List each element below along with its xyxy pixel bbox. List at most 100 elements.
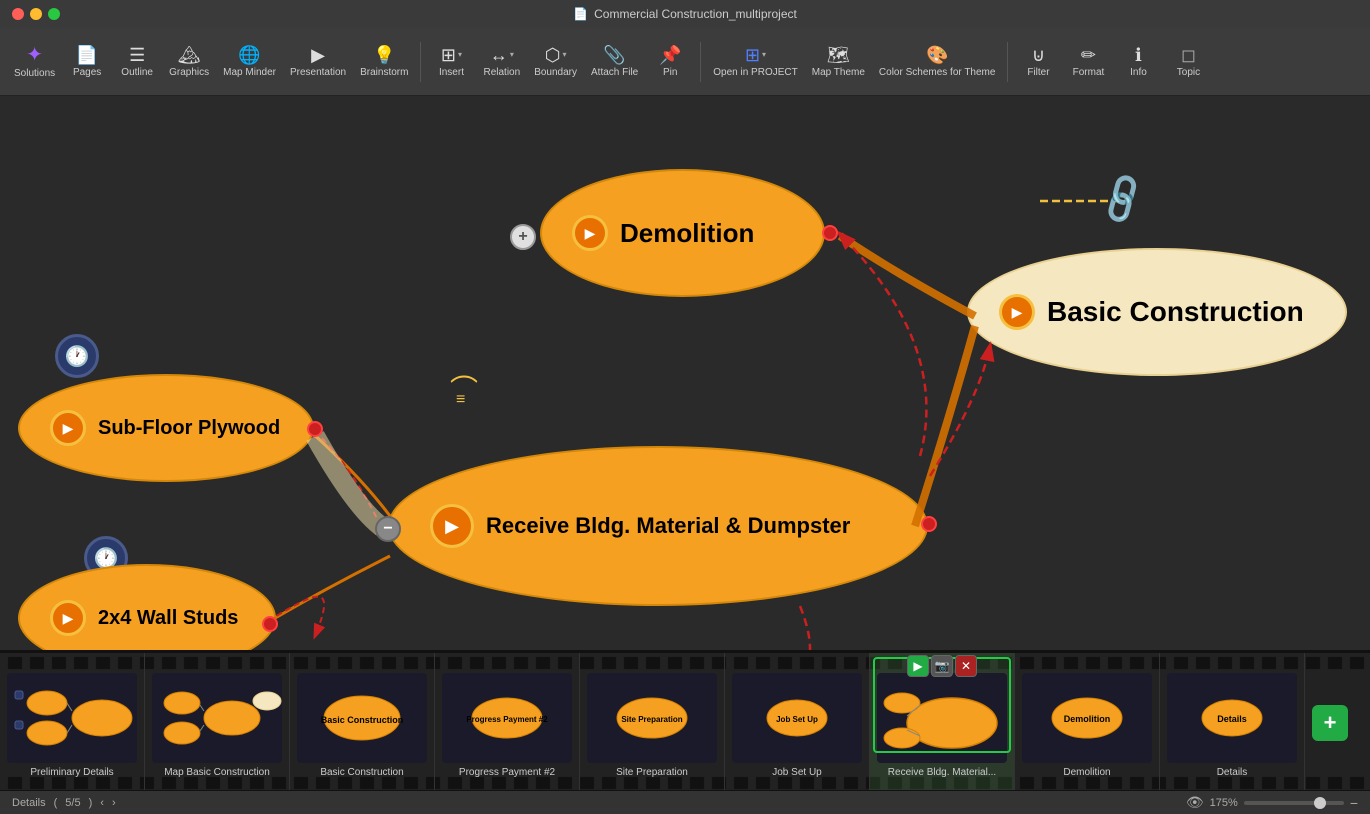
divider-2 [700, 42, 701, 82]
toolbar-presentation[interactable]: ▶ Presentation [284, 42, 352, 82]
thumb-receive-bldg[interactable]: ▶ 📷 ✕ Receive Bldg. Material... [870, 653, 1015, 790]
relation-icon: ↔ [490, 46, 508, 64]
thumb-demolition[interactable]: Demolition Demolition [1015, 653, 1160, 790]
toolbar-openinproject[interactable]: ⊞ ▾ Open in PROJECT [707, 42, 803, 82]
filmstrip: Preliminary Details Map Basic Constructi… [0, 650, 1370, 790]
zoom-percent-label: 175% [1210, 797, 1238, 809]
divider-3 [1007, 42, 1008, 82]
thumb-label-details: Details [1217, 767, 1248, 778]
thumb-canvas-site-preparation: Site Preparation [587, 673, 717, 763]
thumb-camera-button[interactable]: 📷 [931, 655, 953, 677]
thumb-label-progress-payment: Progress Payment #2 [459, 767, 555, 778]
wall-studs-play-button[interactable]: ▶ [50, 600, 86, 636]
thumb-site-preparation[interactable]: Site Preparation Site Preparation [580, 653, 725, 790]
titlebar: 📄 Commercial Construction_multiproject [0, 0, 1370, 28]
brainstorm-label: Brainstorm [360, 67, 408, 78]
toolbar-maptheme[interactable]: 🗺 Map Theme [806, 42, 871, 82]
wall-studs-label: 2x4 Wall Studs [98, 607, 238, 630]
toolbar-pin[interactable]: 📌 Pin [646, 42, 694, 82]
thumb-controls: ▶ 📷 ✕ [907, 655, 977, 677]
demolition-node[interactable]: ▶ Demolition [540, 169, 825, 297]
toolbar-filter[interactable]: ⊍ Filter [1014, 42, 1062, 82]
page-next-button[interactable]: › [112, 797, 116, 809]
receive-bldg-node[interactable]: ▶ Receive Bldg. Material & Dumpster [388, 446, 928, 606]
toolbar-insert[interactable]: ⊞ ▾ Insert [427, 42, 475, 82]
divider-1 [420, 42, 421, 82]
boundary-label: Boundary [534, 67, 577, 78]
presentation-label: Presentation [290, 67, 346, 78]
page-prev-button[interactable]: ‹ [100, 797, 104, 809]
boundary-icon: ⬡ [545, 46, 561, 64]
toolbar-topic[interactable]: ◻ Topic [1164, 42, 1212, 82]
maptheme-label: Map Theme [812, 67, 865, 78]
thumb-play-button[interactable]: ▶ [907, 655, 929, 677]
relation-label: Relation [483, 67, 520, 78]
add-topic-button[interactable]: + [510, 224, 536, 250]
thumb-map-basic-construction[interactable]: Map Basic Construction [145, 653, 290, 790]
svg-text:Site Preparation: Site Preparation [621, 715, 682, 724]
svg-text:Basic Construction: Basic Construction [321, 715, 404, 725]
add-slide-icon: + [1312, 705, 1348, 741]
lines-decoration: ≡ [456, 391, 465, 409]
canvas[interactable]: ▶ Demolition ▶ Basic Construction 🕐 ▶ Su… [0, 96, 1370, 650]
thumb-job-setup[interactable]: Job Set Up Job Set Up [725, 653, 870, 790]
toolbar-solutions[interactable]: ✦ Solutions [8, 41, 61, 83]
close-button[interactable] [12, 8, 24, 20]
toolbar-boundary[interactable]: ⬡ ▾ Boundary [528, 42, 583, 82]
thumb-canvas-progress-payment: Progress Payment #2 [442, 673, 572, 763]
thumb-basic-construction[interactable]: Basic Construction Basic Construction [290, 653, 435, 790]
zoom-thumb [1314, 797, 1326, 809]
connection-dot-3 [307, 421, 323, 437]
sub-floor-node[interactable]: ▶ Sub-Floor Plywood [18, 374, 314, 482]
thumb-preliminary-details[interactable]: Preliminary Details [0, 653, 145, 790]
minimize-button[interactable] [30, 8, 42, 20]
zoom-out-icon[interactable]: − [1350, 795, 1358, 811]
demolition-label: Demolition [620, 218, 754, 249]
collapse-button[interactable]: − [375, 516, 401, 542]
toolbar-pages[interactable]: 📄 Pages [63, 42, 111, 82]
presentation-icon: ▶ [311, 46, 325, 64]
thumb-progress-payment[interactable]: Progress Payment #2 Progress Payment #2 [435, 653, 580, 790]
insert-icon: ⊞ [441, 46, 456, 64]
pages-count: ( [54, 797, 58, 809]
eye-icon: 👁 [1186, 794, 1204, 811]
format-icon: ✏ [1081, 46, 1096, 64]
toolbar-relation[interactable]: ↔ ▾ Relation [477, 42, 526, 82]
outline-icon: ☰ [129, 46, 145, 64]
thumb-canvas-details: Details [1167, 673, 1297, 763]
insert-label: Insert [439, 67, 464, 78]
toolbar-format[interactable]: ✏ Format [1064, 42, 1112, 82]
toolbar-outline[interactable]: ☰ Outline [113, 42, 161, 82]
thumb-details[interactable]: Details Details [1160, 653, 1305, 790]
window-title: 📄 Commercial Construction_multiproject [573, 7, 797, 21]
pin-icon: 📌 [659, 46, 681, 64]
toolbar-info[interactable]: ℹ Info [1114, 42, 1162, 82]
graphics-icon: 🏔 [178, 46, 201, 64]
topic-icon: ◻ [1181, 46, 1196, 64]
outline-label: Outline [121, 67, 153, 78]
zoom-slider[interactable] [1244, 801, 1344, 805]
demolition-play-button[interactable]: ▶ [572, 215, 608, 251]
wall-studs-node[interactable]: ▶ 2x4 Wall Studs [18, 564, 276, 650]
toolbar-colorschemes[interactable]: 🎨 Color Schemes for Theme [873, 42, 1002, 82]
statusbar: Details ( 5/5 ) ‹ › 👁 175% − [0, 790, 1370, 814]
sub-floor-play-button[interactable]: ▶ [50, 410, 86, 446]
thumb-close-button[interactable]: ✕ [955, 655, 977, 677]
svg-text:Details: Details [1217, 714, 1247, 724]
svg-text:Progress Payment #2: Progress Payment #2 [466, 715, 548, 724]
basic-construction-node[interactable]: ▶ Basic Construction [967, 248, 1347, 376]
pages-icon: 📄 [76, 46, 98, 64]
maximize-button[interactable] [48, 8, 60, 20]
toolbar-mapminder[interactable]: 🌐 Map Minder [217, 42, 282, 82]
solutions-label: Solutions [14, 68, 55, 79]
thumb-label-demolition: Demolition [1063, 767, 1110, 778]
toolbar-attachfile[interactable]: 📎 Attach File [585, 42, 644, 82]
add-slide-button[interactable]: + [1305, 653, 1355, 790]
brainstorm-icon: 💡 [373, 46, 395, 64]
format-label: Format [1073, 67, 1105, 78]
basic-construction-play-button[interactable]: ▶ [999, 294, 1035, 330]
toolbar-brainstorm[interactable]: 💡 Brainstorm [354, 42, 414, 82]
toolbar-graphics[interactable]: 🏔 Graphics [163, 42, 215, 82]
receive-bldg-play-button[interactable]: ▶ [430, 504, 474, 548]
thumb-label-receive-bldg: Receive Bldg. Material... [888, 767, 996, 778]
